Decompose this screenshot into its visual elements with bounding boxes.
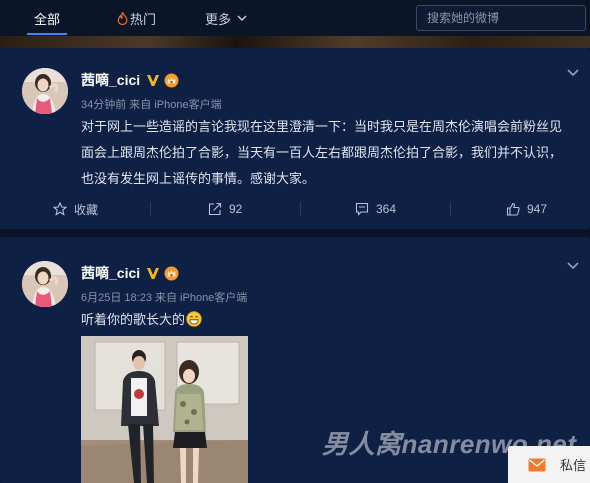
chevron-down-icon[interactable]	[566, 68, 580, 78]
search-box	[416, 5, 586, 31]
post-photo[interactable]	[81, 336, 248, 483]
post-text: 听着你的歌长大的	[81, 312, 186, 327]
avatar-image	[22, 261, 68, 307]
tab-hot[interactable]: 热门	[117, 0, 156, 36]
post-meta: 34分钟前 来自 iPhone客户端	[81, 99, 222, 111]
tab-more[interactable]: 更多	[205, 0, 247, 36]
tab-more-label: 更多	[205, 11, 232, 27]
username-row: 茜嘀_cici	[81, 70, 179, 90]
mail-icon	[528, 458, 546, 471]
like-button[interactable]: 947	[506, 195, 547, 223]
star-icon	[53, 202, 67, 216]
avatar-image	[22, 68, 68, 114]
grin-emoji-icon	[186, 311, 202, 327]
avatar[interactable]	[22, 261, 68, 307]
username[interactable]: 茜嘀_cici	[81, 70, 140, 90]
comment-button[interactable]: 364	[355, 195, 396, 223]
post-meta: 6月25日 18:23 来自 iPhone客户端	[81, 292, 248, 304]
verified-v-icon	[147, 268, 160, 279]
private-message-button[interactable]: 私信	[508, 446, 590, 483]
search-input[interactable]	[417, 6, 582, 30]
post-text-row: 听着你的歌长大的	[81, 307, 571, 333]
comment-icon	[355, 202, 369, 216]
private-message-label: 私信	[560, 458, 587, 473]
thumbs-up-icon	[506, 202, 520, 216]
card-separator	[0, 229, 590, 237]
member-crown-icon[interactable]	[164, 266, 179, 281]
like-count: 947	[527, 202, 548, 216]
divider	[450, 202, 451, 216]
divider	[150, 202, 151, 216]
repost-button[interactable]: 92	[208, 195, 242, 223]
username-row: 茜嘀_cici	[81, 263, 179, 283]
tab-all-label: 全部	[34, 11, 61, 27]
member-crown-icon[interactable]	[164, 73, 179, 88]
top-navigation: 全部 热门 更多	[0, 0, 590, 36]
tab-hot-label: 热门	[130, 11, 157, 27]
post-photo-image	[81, 336, 248, 483]
repost-icon	[208, 202, 222, 216]
chevron-down-icon	[237, 15, 247, 21]
divider	[300, 202, 301, 216]
post-card: 茜嘀_cici 34分钟前 来自 iPhone客户端 对于网上一些造谣的言论我现…	[0, 48, 590, 229]
tab-all[interactable]: 全部	[34, 0, 60, 36]
avatar[interactable]	[22, 68, 68, 114]
favorite-label: 收藏	[74, 202, 99, 217]
fire-icon	[117, 11, 128, 25]
repost-count: 92	[229, 202, 243, 216]
username[interactable]: 茜嘀_cici	[81, 263, 140, 283]
verified-v-icon	[147, 75, 160, 86]
profile-banner-strip	[0, 36, 590, 48]
post-text: 对于网上一些造谣的言论我现在这里澄清一下：当时我只是在周杰伦演唱会前粉丝见面会上…	[81, 119, 563, 186]
post-action-bar: 收藏 92 364 947	[0, 195, 590, 223]
comment-count: 364	[376, 202, 397, 216]
chevron-down-icon[interactable]	[566, 261, 580, 271]
favorite-button[interactable]: 收藏	[53, 195, 98, 223]
active-tab-indicator	[27, 33, 67, 35]
